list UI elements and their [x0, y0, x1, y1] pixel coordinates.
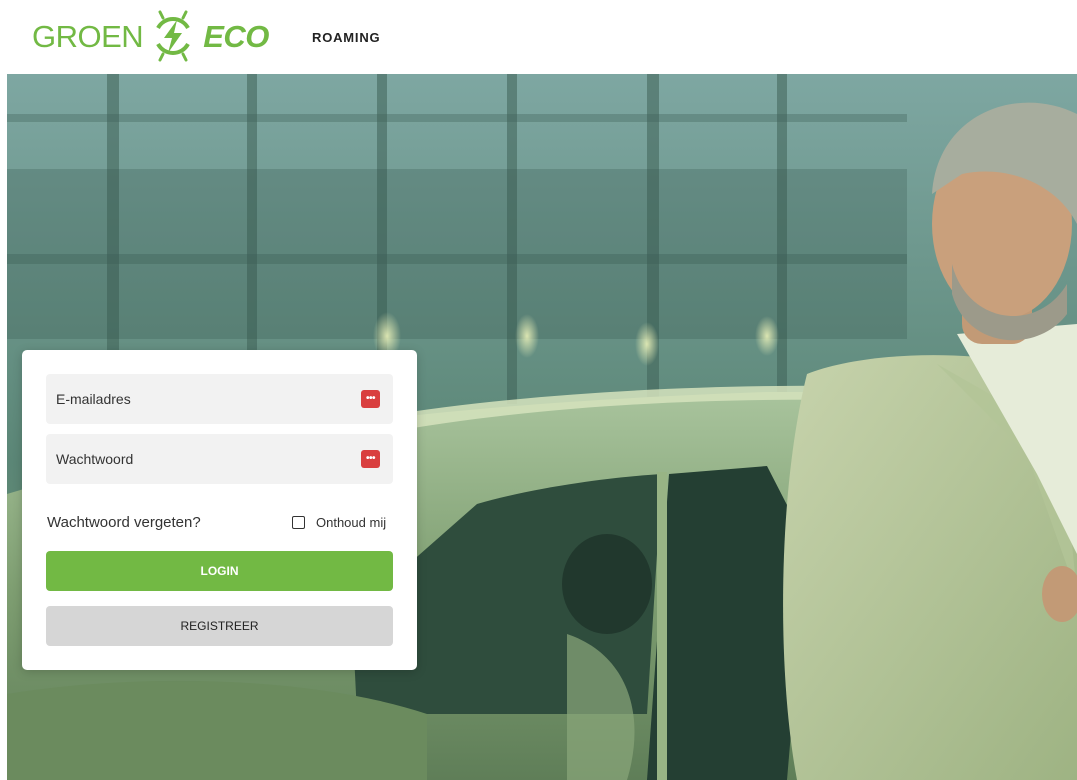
register-button[interactable]: REGISTREER — [46, 606, 393, 646]
password-field[interactable]: ••• — [46, 434, 393, 484]
login-page: GROEN ECO ROAMING E-mailadres ••• ••• Wa… — [0, 0, 1077, 780]
top-bar: GROEN ECO ROAMING — [0, 0, 1077, 74]
logo-text-groen: GROEN — [32, 18, 144, 54]
email-field[interactable]: ••• — [46, 374, 393, 424]
remember-me-checkbox[interactable]: Onthoud mij — [292, 515, 386, 530]
email-input[interactable] — [46, 374, 393, 424]
groeneco-logo[interactable]: GROEN ECO — [32, 10, 269, 62]
bolt-circle-icon — [156, 10, 190, 62]
forgot-password-link[interactable]: Wachtwoord vergeten? — [47, 514, 201, 531]
password-input[interactable] — [46, 434, 393, 484]
login-button[interactable]: LOGIN — [46, 551, 393, 591]
password-manager-icon[interactable]: ••• — [361, 390, 380, 408]
login-card: ••• ••• Wachtwoord vergeten? Onthoud mij… — [22, 350, 417, 670]
remember-me-label[interactable]: Onthoud mij — [316, 515, 386, 530]
checkbox-icon[interactable] — [292, 516, 305, 529]
logo-text-eco: ECO — [203, 18, 269, 54]
password-manager-icon[interactable]: ••• — [361, 450, 380, 468]
nav-roaming-link[interactable]: ROAMING — [312, 30, 380, 45]
